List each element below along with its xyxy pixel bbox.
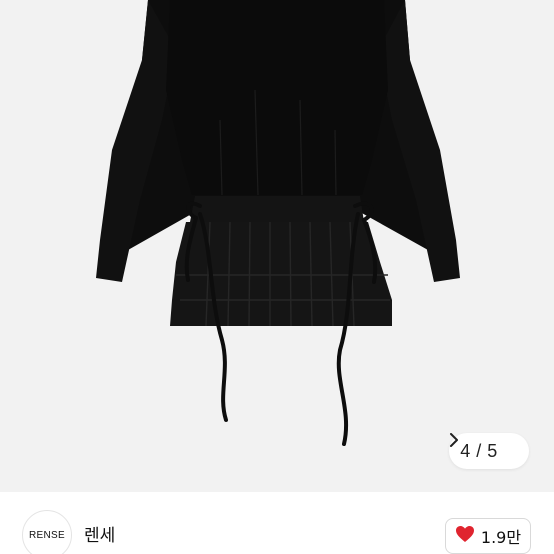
image-pager[interactable]: 4 / 5 [449, 433, 529, 469]
seller-avatar-text: RENSE [29, 529, 65, 541]
like-count: 1.9만 [480, 528, 522, 547]
seller-bar: RENSE 렌세 1.9만 [0, 492, 554, 554]
product-image[interactable]: 4 / 5 [0, 0, 554, 492]
heart-icon [455, 525, 475, 547]
garment-peplum [170, 222, 392, 326]
garment-waist [190, 196, 364, 222]
seller-avatar[interactable]: RENSE [22, 510, 72, 554]
chevron-right-icon [450, 433, 518, 458]
seller-name[interactable]: 렌세 [84, 521, 115, 546]
like-button[interactable]: 1.9만 [445, 518, 531, 554]
image-pager-label: 4 / 5 [460, 440, 498, 461]
product-detail-screen: 4 / 5 RENSE 렌세 1.9만 [0, 0, 554, 554]
garment-illustration [96, 0, 460, 446]
garment-torso [166, 0, 388, 195]
